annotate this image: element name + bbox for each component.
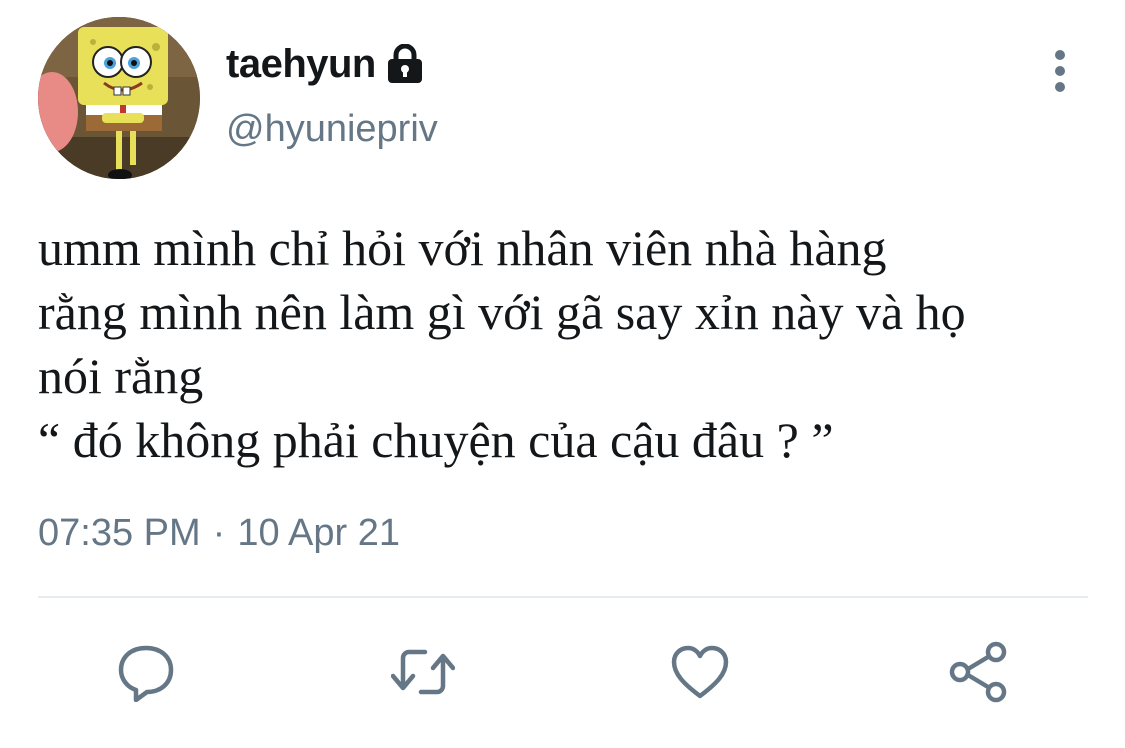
tweet-text-line: nói rằng: [38, 348, 204, 404]
like-button[interactable]: [668, 640, 732, 704]
share-icon: [949, 641, 1007, 703]
spongebob-avatar-icon: [38, 17, 200, 179]
tweet-time: 07:35 PM: [38, 512, 201, 554]
display-name[interactable]: taehyun: [226, 42, 376, 87]
lock-icon: [386, 43, 424, 84]
reply-icon: [118, 645, 174, 702]
tweet-text-line: “ đó không phải chuyện của cậu đâu ? ”: [38, 412, 834, 468]
divider: [38, 596, 1088, 598]
heart-icon: [671, 645, 729, 699]
tweet-card: taehyun @hyuniepriv umm mình chỉ hỏi với…: [0, 0, 1125, 748]
avatar[interactable]: [38, 17, 200, 179]
tweet-text-line: rằng mình nên làm gì với gã say xỉn này …: [38, 284, 966, 340]
user-handle[interactable]: @hyuniepriv: [226, 108, 438, 151]
retweet-button[interactable]: [391, 640, 455, 704]
share-button[interactable]: [946, 640, 1010, 704]
reply-button[interactable]: [114, 640, 178, 704]
retweet-icon: [391, 649, 455, 695]
author-name-row: taehyun: [226, 38, 424, 90]
tweet-text: umm mình chỉ hỏi với nhân viên nhà hàng …: [38, 216, 1098, 472]
tweet-timestamp[interactable]: 07:35 PM · 10 Apr 21: [38, 512, 400, 555]
more-vertical-icon[interactable]: [1046, 48, 1074, 94]
timestamp-separator: ·: [212, 512, 226, 554]
tweet-text-line: umm mình chỉ hỏi với nhân viên nhà hàng: [38, 220, 887, 276]
tweet-date: 10 Apr 21: [237, 512, 400, 554]
